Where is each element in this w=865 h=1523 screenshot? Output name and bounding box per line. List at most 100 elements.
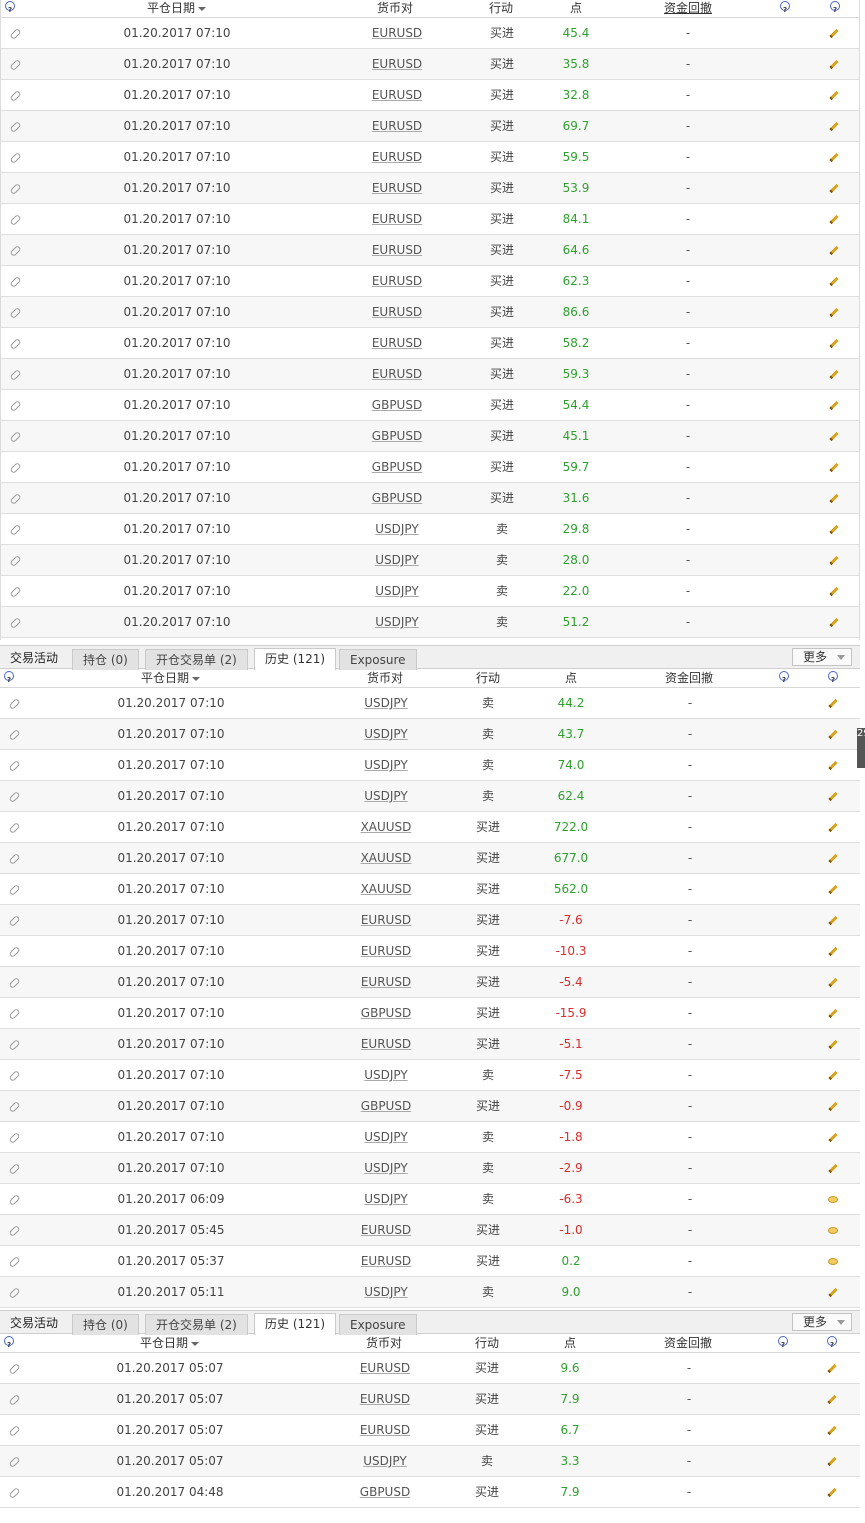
row-action-cell[interactable] — [826, 607, 842, 637]
attachment-cell[interactable] — [6, 905, 22, 935]
paperclip-icon[interactable] — [8, 337, 22, 350]
attachment-cell[interactable] — [6, 1446, 22, 1476]
attachment-cell[interactable] — [7, 576, 23, 606]
table-row[interactable]: 01.20.2017 07:10 EURUSD 买进 -5.1 - — [0, 1029, 860, 1060]
attachment-cell[interactable] — [6, 688, 22, 718]
help-icon[interactable]: ? — [778, 1335, 788, 1352]
attachment-cell[interactable] — [7, 483, 23, 513]
tab-positions[interactable]: 持仓 (0) — [72, 649, 139, 670]
pair-link[interactable]: EURUSD — [362, 328, 432, 358]
table-row[interactable]: 01.20.2017 05:07 EURUSD 买进 6.7 - — [0, 1415, 860, 1446]
row-action-cell[interactable] — [825, 781, 841, 811]
pencil-icon[interactable] — [828, 791, 838, 802]
pair-link[interactable]: EURUSD — [362, 142, 432, 172]
attachment-cell[interactable] — [6, 812, 22, 842]
paperclip-icon[interactable] — [8, 27, 22, 40]
paperclip-icon[interactable] — [7, 1255, 21, 1268]
row-action-cell[interactable] — [826, 235, 842, 265]
attachment-cell[interactable] — [7, 607, 23, 637]
pencil-icon[interactable] — [828, 1101, 838, 1112]
pencil-icon[interactable] — [829, 524, 839, 535]
attachment-cell[interactable] — [7, 142, 23, 172]
comment-icon[interactable] — [828, 1258, 838, 1265]
paperclip-icon[interactable] — [7, 1131, 21, 1144]
table-row[interactable]: 01.20.2017 07:10 EURUSD 买进 45.4 - — [1, 18, 859, 49]
column-pair[interactable]: 货币对 — [367, 670, 403, 687]
paperclip-icon[interactable] — [7, 1393, 21, 1406]
pencil-icon[interactable] — [828, 1039, 838, 1050]
table-row[interactable]: 01.20.2017 07:10 USDJPY 卖 74.0 - — [0, 750, 860, 781]
table-row[interactable]: 01.20.2017 04:48 GBPUSD 买进 7.9 - — [0, 1477, 860, 1508]
help-icon[interactable]: ? — [828, 670, 838, 687]
pencil-icon[interactable] — [828, 729, 838, 740]
paperclip-icon[interactable] — [8, 368, 22, 381]
table-row[interactable]: 01.20.2017 07:10 USDJPY 卖 -1.8 - — [0, 1122, 860, 1153]
pencil-icon[interactable] — [829, 617, 839, 628]
pencil-icon[interactable] — [827, 1363, 837, 1374]
pair-link[interactable]: EURUSD — [362, 235, 432, 265]
row-action-cell[interactable] — [826, 390, 842, 420]
pencil-icon[interactable] — [829, 90, 839, 101]
table-row[interactable]: 01.20.2017 07:10 EURUSD 买进 59.5 - — [1, 142, 859, 173]
row-action-cell[interactable] — [825, 936, 841, 966]
pair-link[interactable]: USDJPY — [351, 1184, 421, 1214]
column-drawdown[interactable]: 资金回撤 — [664, 1335, 712, 1352]
row-action-cell[interactable] — [825, 1091, 841, 1121]
table-row[interactable]: 01.20.2017 07:10 EURUSD 买进 35.8 - — [1, 49, 859, 80]
paperclip-icon[interactable] — [7, 790, 21, 803]
attachment-cell[interactable] — [6, 936, 22, 966]
attachment-cell[interactable] — [7, 514, 23, 544]
row-action-cell[interactable] — [826, 111, 842, 141]
table-row[interactable]: 01.20.2017 07:10 USDJPY 卖 -2.9 - — [0, 1153, 860, 1184]
pencil-icon[interactable] — [827, 1456, 837, 1467]
comment-icon[interactable] — [828, 1196, 838, 1203]
paperclip-icon[interactable] — [8, 399, 22, 412]
tab-exposure[interactable]: Exposure — [339, 649, 417, 670]
pencil-icon[interactable] — [829, 338, 839, 349]
pencil-icon[interactable] — [829, 28, 839, 39]
paperclip-icon[interactable] — [7, 728, 21, 741]
pencil-icon[interactable] — [829, 121, 839, 132]
paperclip-icon[interactable] — [8, 120, 22, 133]
table-row[interactable]: 01.20.2017 07:10 XAUUSD 买进 562.0 - — [0, 874, 860, 905]
pair-link[interactable]: USDJPY — [351, 1060, 421, 1090]
pencil-icon[interactable] — [829, 307, 839, 318]
table-row[interactable]: 01.20.2017 07:10 XAUUSD 买进 722.0 - — [0, 812, 860, 843]
attachment-cell[interactable] — [7, 297, 23, 327]
row-action-cell[interactable] — [825, 1246, 841, 1276]
attachment-cell[interactable] — [6, 1353, 22, 1383]
table-row[interactable]: 01.20.2017 07:10 USDJPY 卖 22.0 - — [1, 576, 859, 607]
attachment-cell[interactable] — [6, 1060, 22, 1090]
more-dropdown[interactable]: 更多 — [792, 1313, 852, 1331]
table-row[interactable]: 01.20.2017 07:10 USDJPY 卖 29.8 - — [1, 514, 859, 545]
column-drawdown[interactable]: 资金回撤 — [665, 670, 713, 687]
attachment-cell[interactable] — [7, 545, 23, 575]
attachment-cell[interactable] — [6, 1384, 22, 1414]
tab-open-orders[interactable]: 开仓交易单 (2) — [145, 1314, 248, 1335]
pair-link[interactable]: XAUUSD — [351, 874, 421, 904]
help-icon[interactable]: ? — [4, 670, 14, 687]
attachment-cell[interactable] — [6, 781, 22, 811]
pair-link[interactable]: GBPUSD — [362, 452, 432, 482]
pencil-icon[interactable] — [829, 152, 839, 163]
pencil-icon[interactable] — [829, 183, 839, 194]
attachment-cell[interactable] — [6, 1153, 22, 1183]
table-row[interactable]: 01.20.2017 05:07 EURUSD 买进 9.6 - — [0, 1353, 860, 1384]
table-row[interactable]: 01.20.2017 07:10 EURUSD 买进 64.6 - — [1, 235, 859, 266]
pair-link[interactable]: EURUSD — [362, 297, 432, 327]
help-icon[interactable]: ? — [779, 670, 789, 687]
attachment-cell[interactable] — [7, 359, 23, 389]
paperclip-icon[interactable] — [8, 492, 22, 505]
pair-link[interactable]: USDJPY — [351, 1122, 421, 1152]
table-row[interactable]: 01.20.2017 07:10 GBPUSD 买进 54.4 - — [1, 390, 859, 421]
attachment-cell[interactable] — [6, 1415, 22, 1445]
table-row[interactable]: 01.20.2017 05:07 EURUSD 买进 7.9 - — [0, 1384, 860, 1415]
paperclip-icon[interactable] — [7, 945, 21, 958]
tab-history[interactable]: 历史 (121) — [254, 1313, 337, 1335]
attachment-cell[interactable] — [6, 1277, 22, 1307]
table-row[interactable]: 01.20.2017 05:11 USDJPY 卖 9.0 - — [0, 1277, 860, 1308]
tab-open-orders[interactable]: 开仓交易单 (2) — [145, 649, 248, 670]
table-row[interactable]: 01.20.2017 07:10 EURUSD 买进 86.6 - — [1, 297, 859, 328]
help-icon[interactable]: ? — [4, 1335, 14, 1352]
table-row[interactable]: 01.20.2017 05:37 EURUSD 买进 0.2 - — [0, 1246, 860, 1277]
